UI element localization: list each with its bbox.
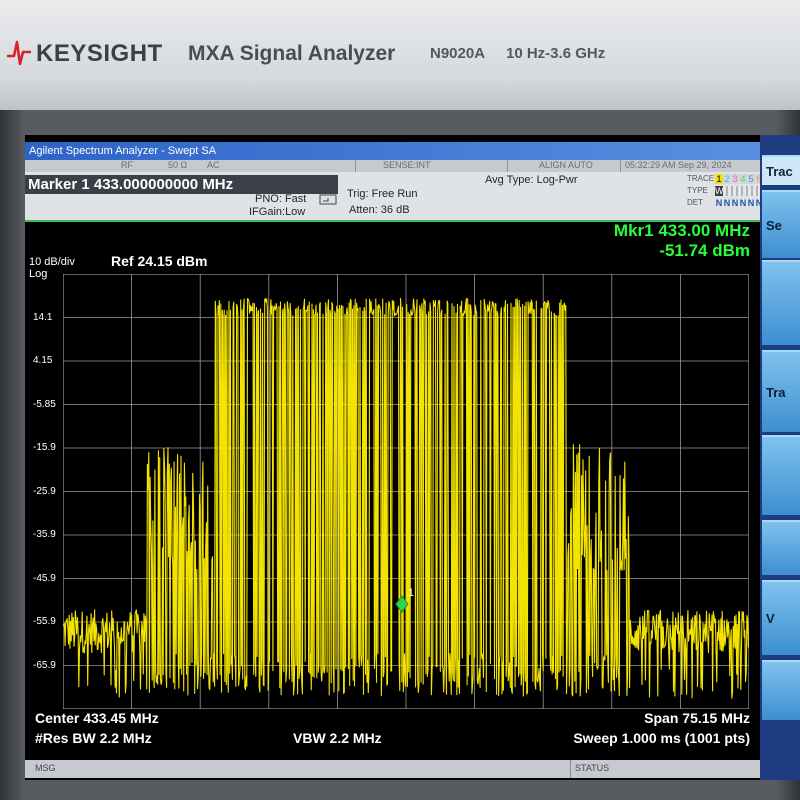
y-tick-label: -45.9 — [33, 572, 56, 584]
type-value: W — [715, 186, 724, 196]
softkey-1[interactable]: Trac — [762, 155, 800, 185]
resolution-bandwidth: #Res BW 2.2 MHz — [35, 730, 152, 746]
msg-label: MSG — [35, 763, 56, 773]
scale-type: Log — [29, 268, 48, 280]
pno-indicator-icon — [319, 194, 337, 205]
trace-1-indicator: 1 — [715, 174, 723, 184]
softkey-7[interactable]: V — [762, 580, 800, 655]
trace-3-indicator: 3 — [731, 174, 739, 184]
y-tick-label: 14.1 — [33, 311, 53, 323]
info-panel: Marker 1 433.000000000 MHz PNO: Fast IFG… — [25, 172, 763, 220]
detector-4-value: N — [739, 198, 747, 208]
detector-1-value: N — [715, 198, 723, 208]
coupling-label: AC — [207, 160, 220, 170]
span: Span 75.15 MHz — [644, 710, 750, 726]
attenuation-label: Atten: 36 dB — [349, 204, 410, 216]
impedance-label: 50 Ω — [168, 160, 188, 170]
trace-row-label: TRACE — [687, 174, 715, 183]
detector-5-value: N — [747, 198, 755, 208]
timestamp: 05:32:29 AM Sep 29, 2024 — [625, 160, 732, 170]
y-tick-label: -25.9 — [33, 485, 56, 497]
marker-readout[interactable]: Marker 1 433.000000000 MHz — [25, 175, 338, 194]
analyzer-screen: Agilent Spectrum Analyzer - Swept SA RF … — [25, 135, 800, 780]
softkey-2[interactable]: Se — [762, 190, 800, 258]
marker-1-label: 1 — [408, 587, 414, 599]
softkey-4[interactable]: Tra — [762, 350, 800, 432]
type-row-label: TYPE — [687, 186, 708, 195]
spectrum-plot[interactable]: 10 dB/div Log Ref 24.15 dBm Mkr1 433.00 … — [25, 220, 760, 760]
pno-label: PNO: Fast — [255, 193, 307, 205]
marker-frequency: Mkr1 433.00 MHz — [613, 221, 750, 240]
softkey-panel: Trac Se Tra V — [760, 135, 800, 780]
frequency-range: 10 Hz-3.6 GHz — [506, 45, 606, 62]
model-name: MXA Signal Analyzer — [188, 42, 396, 65]
brand-name: KEYSIGHT — [36, 40, 163, 67]
ifgain-label: IFGain:Low — [249, 206, 306, 218]
model-number: N9020A — [430, 45, 486, 62]
y-tick-label: -35.9 — [33, 529, 56, 541]
trace-indicator: TRACE 123456 TYPE W DET NNNNNN — [687, 174, 763, 212]
sense-label: SENSE:INT — [383, 160, 431, 170]
det-row-label: DET — [687, 198, 703, 207]
softkey-8[interactable] — [762, 660, 800, 720]
keysight-logo-icon — [7, 40, 31, 66]
graticule: 1 — [63, 274, 749, 709]
ref-level: Ref 24.15 dBm — [111, 253, 208, 269]
sweep-time: Sweep 1.000 ms (1001 pts) — [573, 730, 750, 746]
trace-4-indicator: 4 — [739, 174, 747, 184]
detector-2-value: N — [723, 198, 731, 208]
status-strip: RF 50 Ω AC SENSE:INT ALIGN AUTO 05:32:29… — [25, 160, 760, 172]
rf-label: RF — [121, 160, 133, 170]
y-tick-label: -65.9 — [33, 659, 56, 671]
video-bandwidth: VBW 2.2 MHz — [293, 730, 382, 746]
detector-3-value: N — [731, 198, 739, 208]
y-tick-label: -55.9 — [33, 616, 56, 628]
trigger-label: Trig: Free Run — [347, 188, 418, 200]
avg-type-label: Avg Type: Log-Pwr — [485, 174, 578, 186]
y-tick-label: 4.15 — [33, 355, 53, 366]
y-tick-label: -15.9 — [33, 442, 56, 454]
align-label: ALIGN AUTO — [539, 160, 593, 170]
y-tick-label: -5.85 — [33, 398, 56, 410]
trace-2-indicator: 2 — [723, 174, 731, 184]
status-label: STATUS — [575, 763, 610, 773]
message-bar: MSG STATUS — [25, 760, 760, 778]
marker-level: -51.74 dBm — [659, 241, 750, 260]
window-title: Agilent Spectrum Analyzer - Swept SA — [25, 142, 760, 160]
softkey-5[interactable] — [762, 435, 800, 515]
instrument-bezel: KEYSIGHT MXA Signal Analyzer N9020A 10 H… — [0, 0, 800, 110]
scale-label: 10 dB/div — [29, 256, 75, 268]
softkey-6[interactable] — [762, 520, 800, 575]
softkey-3[interactable] — [762, 260, 800, 345]
center-frequency: Center 433.45 MHz — [35, 710, 159, 726]
trace-5-indicator: 5 — [747, 174, 755, 184]
